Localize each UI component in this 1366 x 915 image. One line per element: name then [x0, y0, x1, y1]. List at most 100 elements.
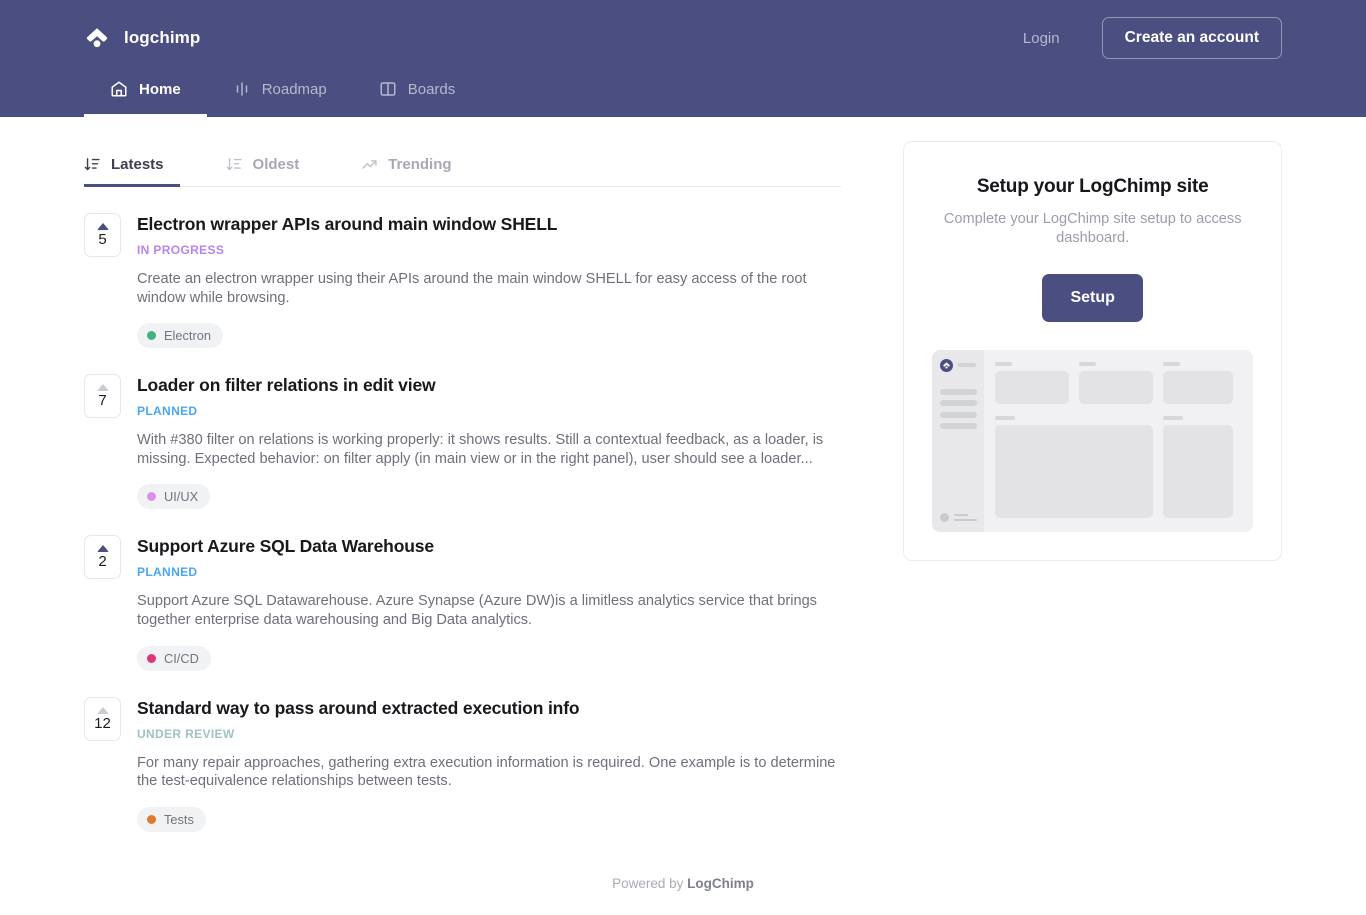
skeleton-label [995, 416, 1015, 420]
post-tag-label: CI/CD [164, 651, 199, 666]
sort-tab-oldest-label: Oldest [253, 156, 300, 173]
skeleton-nav-bar [940, 423, 977, 429]
post-tags: Electron [137, 323, 841, 348]
post-tag[interactable]: CI/CD [137, 646, 211, 671]
post-tag-label: Tests [164, 812, 194, 827]
skeleton-label [1163, 416, 1183, 420]
sort-tabs: Latests Oldest Trendin [84, 145, 841, 187]
skeleton-label [1079, 362, 1096, 366]
logchimp-logo-icon [84, 25, 110, 51]
post-status-badge: PLANNED [137, 404, 841, 418]
post-tag[interactable]: Electron [137, 323, 223, 348]
vote-button[interactable]: 12 [84, 697, 121, 741]
vote-count: 5 [98, 232, 106, 247]
post-tags: CI/CD [137, 646, 841, 671]
skeleton-label [995, 362, 1012, 366]
post-tag-label: Electron [164, 328, 211, 343]
post-body: Standard way to pass around extracted ex… [137, 697, 841, 832]
post-title[interactable]: Electron wrapper APIs around main window… [137, 214, 841, 236]
skeleton-line [954, 519, 977, 522]
vote-button[interactable]: 5 [84, 213, 121, 257]
skeleton-block [995, 425, 1153, 518]
post-body: Support Azure SQL Data Warehouse PLANNED… [137, 535, 841, 670]
post-title[interactable]: Support Azure SQL Data Warehouse [137, 536, 841, 558]
sort-tab-latests[interactable]: Latests [84, 145, 180, 187]
vote-count: 2 [98, 554, 106, 569]
nav-item-home[interactable]: Home [84, 76, 207, 117]
nav-item-roadmap[interactable]: Roadmap [207, 76, 353, 117]
sort-tab-latests-label: Latests [111, 156, 164, 173]
post-title[interactable]: Standard way to pass around extracted ex… [137, 698, 841, 720]
posts-column: Latests Oldest Trendin [84, 117, 841, 832]
post-item[interactable]: 12 Standard way to pass around extracted… [84, 671, 841, 832]
post-body: Loader on filter relations in edit view … [137, 374, 841, 509]
trending-up-icon [361, 156, 378, 173]
skeleton-line [954, 514, 968, 517]
post-tags: UI/UX [137, 484, 841, 509]
vote-up-arrow-icon [97, 223, 109, 230]
sort-tab-trending[interactable]: Trending [361, 145, 467, 187]
post-tag[interactable]: UI/UX [137, 484, 210, 509]
nav-item-roadmap-label: Roadmap [262, 81, 327, 98]
post-item[interactable]: 5 Electron wrapper APIs around main wind… [84, 187, 841, 348]
skeleton-label [1163, 362, 1180, 366]
sort-tab-trending-label: Trending [388, 156, 451, 173]
skeleton-block [1163, 371, 1233, 404]
skeleton-card [1163, 362, 1233, 404]
post-description: For many repair approaches, gathering ex… [137, 754, 841, 791]
header-top-bar: logchimp Login Create an account [0, 0, 1366, 76]
site-header: logchimp Login Create an account Home [0, 0, 1366, 117]
sort-tab-oldest[interactable]: Oldest [226, 145, 316, 187]
avatar [940, 513, 949, 522]
boards-columns-icon [379, 80, 397, 98]
post-description: With #380 filter on relations is working… [137, 431, 841, 468]
tag-color-dot-icon [147, 815, 156, 824]
vote-count: 12 [94, 716, 111, 731]
sort-descending-icon [226, 156, 243, 173]
sort-ascending-icon [84, 156, 101, 173]
tag-color-dot-icon [147, 331, 156, 340]
setup-card-title: Setup your LogChimp site [932, 176, 1253, 198]
post-description: Support Azure SQL Datawarehouse. Azure S… [137, 592, 841, 629]
post-body: Electron wrapper APIs around main window… [137, 213, 841, 348]
post-tags: Tests [137, 807, 841, 832]
skeleton-nav-bars [940, 389, 977, 430]
roadmap-bars-icon [233, 80, 251, 98]
setup-button[interactable]: Setup [1042, 274, 1142, 322]
skeleton-user-lines [954, 514, 977, 522]
post-description: Create an electron wrapper using their A… [137, 270, 841, 307]
skeleton-card [995, 362, 1069, 404]
skeleton-nav-bar [940, 400, 977, 406]
primary-nav: Home Roadmap Boards [0, 76, 1366, 117]
skeleton-sidebar [932, 350, 984, 532]
skeleton-card [1163, 416, 1233, 518]
vote-button[interactable]: 2 [84, 535, 121, 579]
footer: Powered by LogChimp [0, 832, 1366, 915]
vote-up-arrow-icon [97, 707, 109, 714]
skeleton-block [1163, 425, 1233, 518]
tag-color-dot-icon [147, 654, 156, 663]
skeleton-block [995, 371, 1069, 404]
skeleton-nav-bar [940, 389, 977, 395]
vote-up-arrow-icon [97, 384, 109, 391]
brand-name: logchimp [124, 28, 200, 48]
post-status-badge: UNDER REVIEW [137, 727, 841, 741]
login-link[interactable]: Login [1023, 30, 1060, 47]
post-status-badge: PLANNED [137, 565, 841, 579]
post-title[interactable]: Loader on filter relations in edit view [137, 375, 841, 397]
post-tag[interactable]: Tests [137, 807, 206, 832]
page-content: Latests Oldest Trendin [0, 117, 1366, 832]
post-item[interactable]: 2 Support Azure SQL Data Warehouse PLANN… [84, 509, 841, 670]
footer-brand-link[interactable]: LogChimp [687, 876, 754, 891]
vote-button[interactable]: 7 [84, 374, 121, 418]
nav-item-boards[interactable]: Boards [353, 76, 482, 117]
vote-up-arrow-icon [97, 545, 109, 552]
create-account-button[interactable]: Create an account [1102, 17, 1282, 59]
setup-card-subtitle: Complete your LogChimp site setup to acc… [932, 210, 1253, 248]
nav-item-boards-label: Boards [408, 81, 456, 98]
skeleton-block [1079, 371, 1153, 404]
brand-link[interactable]: logchimp [84, 25, 200, 51]
skeleton-row [995, 362, 1242, 404]
post-item[interactable]: 7 Loader on filter relations in edit vie… [84, 348, 841, 509]
setup-card: Setup your LogChimp site Complete your L… [903, 141, 1282, 561]
